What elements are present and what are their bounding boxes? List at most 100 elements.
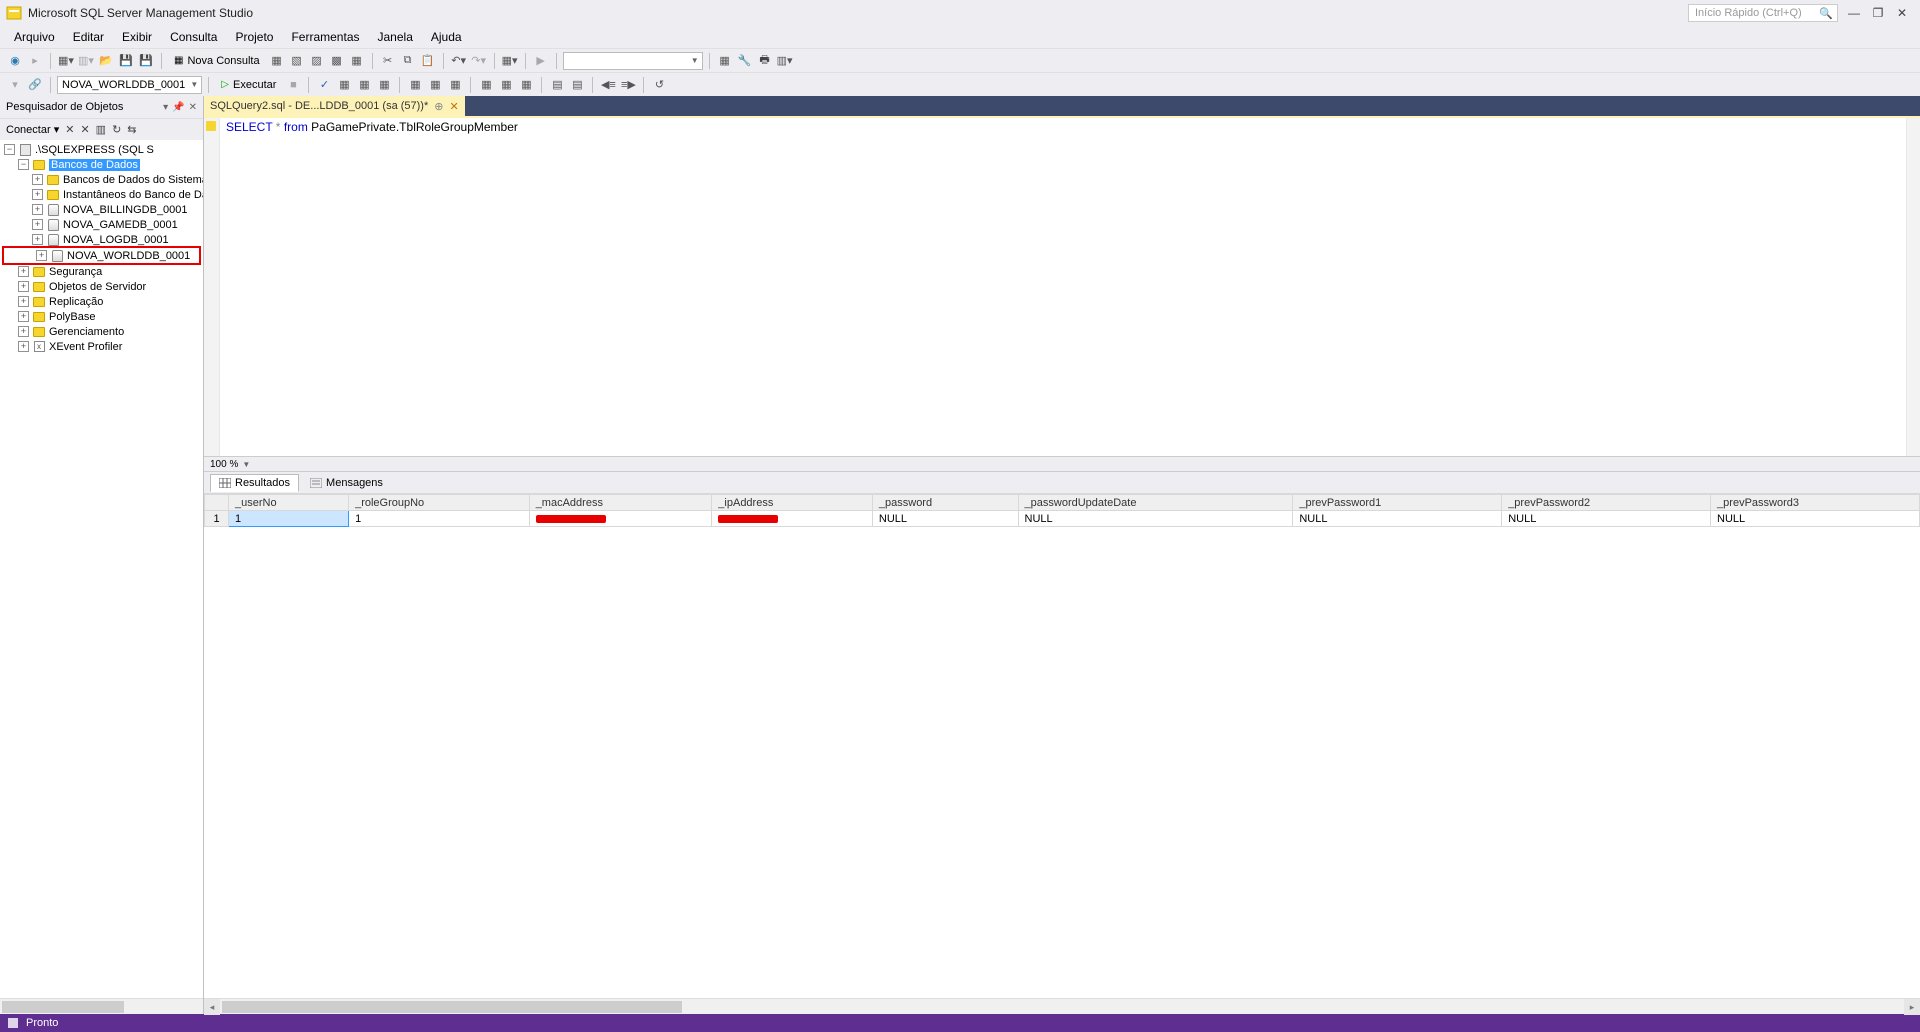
- tree-replication[interactable]: + Replicação: [0, 294, 203, 309]
- zoom-dropdown-icon[interactable]: ▼: [242, 460, 250, 469]
- cell-rolegroupno[interactable]: 1: [349, 511, 530, 527]
- undo-button[interactable]: ↶▾: [450, 52, 468, 70]
- engine-query-button[interactable]: ▦: [268, 52, 286, 70]
- client-stats-button[interactable]: ▦: [446, 76, 464, 94]
- results-scrollbar-x[interactable]: ◂ ▸: [204, 998, 1920, 1014]
- tree-management[interactable]: + Gerenciamento: [0, 324, 203, 339]
- live-stats-button[interactable]: ▦: [426, 76, 444, 94]
- template-browser-button[interactable]: 🖶: [756, 52, 774, 70]
- menu-consulta[interactable]: Consulta: [162, 28, 225, 46]
- object-explorer-button[interactable]: ▥▾: [776, 52, 794, 70]
- tree-databases[interactable]: − Bancos de Dados: [0, 157, 203, 172]
- sql-editor[interactable]: SELECT * from PaGamePrivate.TblRoleGroup…: [204, 116, 1920, 456]
- stop-icon[interactable]: ✕: [80, 123, 89, 136]
- sql-code[interactable]: SELECT * from PaGamePrivate.TblRoleGroup…: [226, 120, 518, 134]
- dmx-query-button[interactable]: ▩: [328, 52, 346, 70]
- messages-tab[interactable]: Mensagens: [301, 474, 392, 492]
- tree-system-databases[interactable]: + Bancos de Dados do Sistema: [0, 172, 203, 187]
- cell-prevpassword2[interactable]: NULL: [1502, 511, 1711, 527]
- parse-button[interactable]: ✓: [315, 76, 333, 94]
- scroll-left-icon[interactable]: ◂: [204, 999, 220, 1015]
- props-button[interactable]: ▦▾: [501, 52, 519, 70]
- filter-icon[interactable]: ▥: [96, 123, 106, 136]
- results-grid-button[interactable]: ▦: [497, 76, 515, 94]
- save-all-button[interactable]: 💾: [137, 52, 155, 70]
- estimated-plan-button[interactable]: ▦: [335, 76, 353, 94]
- table-row[interactable]: 1 1 1 NULL NULL NULL NULL NULL: [205, 511, 1920, 527]
- quick-launch-input[interactable]: Início Rápido (Ctrl+Q) 🔍: [1688, 4, 1838, 22]
- menu-ajuda[interactable]: Ajuda: [423, 28, 470, 46]
- tree-snapshots[interactable]: + Instantâneos do Banco de Dado: [0, 187, 203, 202]
- col-prevpassword1[interactable]: _prevPassword1: [1293, 495, 1502, 511]
- as-query-button[interactable]: ▧: [288, 52, 306, 70]
- comment-button[interactable]: ▤: [548, 76, 566, 94]
- xmla-query-button[interactable]: ▦: [348, 52, 366, 70]
- col-userno[interactable]: _userNo: [229, 495, 349, 511]
- cell-prevpassword3[interactable]: NULL: [1711, 511, 1920, 527]
- scroll-thumb[interactable]: [222, 1001, 682, 1013]
- save-button[interactable]: 💾: [117, 52, 135, 70]
- sync-icon[interactable]: ⇆: [127, 123, 136, 136]
- tree-polybase[interactable]: + PolyBase: [0, 309, 203, 324]
- cell-macaddress[interactable]: [529, 511, 712, 527]
- row-number[interactable]: 1: [205, 511, 229, 527]
- tab-pin-icon[interactable]: ⊕: [434, 100, 443, 113]
- col-macaddress[interactable]: _macAddress: [529, 495, 712, 511]
- tree-billingdb[interactable]: + NOVA_BILLINGDB_0001: [0, 202, 203, 217]
- cell-ipaddress[interactable]: [712, 511, 873, 527]
- tab-close-icon[interactable]: ✕: [449, 100, 458, 113]
- decrease-indent-button[interactable]: ◀≡: [599, 76, 617, 94]
- zoom-value[interactable]: 100 %: [210, 459, 238, 470]
- mdx-query-button[interactable]: ▨: [308, 52, 326, 70]
- close-panel-icon[interactable]: ✕: [189, 102, 197, 113]
- tree-security[interactable]: + Segurança: [0, 264, 203, 279]
- menu-janela[interactable]: Janela: [370, 28, 421, 46]
- connect-button[interactable]: Conectar ▾: [6, 123, 59, 136]
- open-file-button[interactable]: 📂: [97, 52, 115, 70]
- col-prevpassword2[interactable]: _prevPassword2: [1502, 495, 1711, 511]
- cut-button[interactable]: ✂: [379, 52, 397, 70]
- include-plan-button[interactable]: ▦: [406, 76, 424, 94]
- connection-button[interactable]: ▾: [6, 76, 24, 94]
- results-grid[interactable]: _userNo _roleGroupNo _macAddress _ipAddr…: [204, 494, 1920, 527]
- new-item-button[interactable]: ▦▾: [57, 52, 75, 70]
- tree-server-root[interactable]: − .\SQLEXPRESS (SQL S: [0, 142, 203, 157]
- menu-projeto[interactable]: Projeto: [227, 28, 281, 46]
- disconnect-icon[interactable]: ✕: [65, 123, 74, 136]
- results-file-button[interactable]: ▦: [517, 76, 535, 94]
- execute-button[interactable]: ▷ Executar: [215, 76, 282, 94]
- results-text-button[interactable]: ▦: [477, 76, 495, 94]
- specify-values-button[interactable]: ↺: [650, 76, 668, 94]
- minimize-button[interactable]: —: [1848, 7, 1860, 19]
- query-options-button[interactable]: ▦: [355, 76, 373, 94]
- activity-monitor-button[interactable]: ▦: [716, 52, 734, 70]
- new-query-button[interactable]: ▦ Nova Consulta: [168, 52, 266, 70]
- sql-file-tab[interactable]: SQLQuery2.sql - DE...LDDB_0001 (sa (57))…: [204, 96, 465, 116]
- col-rolegroupno[interactable]: _roleGroupNo: [349, 495, 530, 511]
- dropdown-icon[interactable]: ▾: [163, 102, 168, 113]
- col-passwordupdatedate[interactable]: _passwordUpdateDate: [1018, 495, 1293, 511]
- pin-icon[interactable]: 📌: [172, 102, 184, 113]
- registered-servers-button[interactable]: 🔧: [736, 52, 754, 70]
- uncomment-button[interactable]: ▤: [568, 76, 586, 94]
- menu-ferramentas[interactable]: Ferramentas: [283, 28, 367, 46]
- copy-button[interactable]: ⧉: [399, 52, 417, 70]
- results-tab[interactable]: Resultados: [210, 474, 299, 492]
- open-project-button[interactable]: ▥▾: [77, 52, 95, 70]
- close-button[interactable]: ✕: [1896, 7, 1908, 19]
- tree-gamedb[interactable]: + NOVA_GAMEDB_0001: [0, 217, 203, 232]
- menu-arquivo[interactable]: Arquivo: [6, 28, 63, 46]
- refresh-icon[interactable]: ↻: [112, 123, 121, 136]
- objexp-scrollbar-x[interactable]: [0, 998, 203, 1014]
- col-password[interactable]: _password: [872, 495, 1018, 511]
- intellisense-button[interactable]: ▦: [375, 76, 393, 94]
- object-tree[interactable]: − .\SQLEXPRESS (SQL S − Bancos de Dados …: [0, 140, 203, 998]
- cell-prevpassword1[interactable]: NULL: [1293, 511, 1502, 527]
- col-prevpassword3[interactable]: _prevPassword3: [1711, 495, 1920, 511]
- maximize-button[interactable]: ❐: [1872, 7, 1884, 19]
- tree-server-objects[interactable]: + Objetos de Servidor: [0, 279, 203, 294]
- menu-editar[interactable]: Editar: [65, 28, 112, 46]
- increase-indent-button[interactable]: ≡▶: [619, 76, 637, 94]
- tree-xevent[interactable]: +x XEvent Profiler: [0, 339, 203, 354]
- empty-combo[interactable]: ▼: [563, 52, 703, 70]
